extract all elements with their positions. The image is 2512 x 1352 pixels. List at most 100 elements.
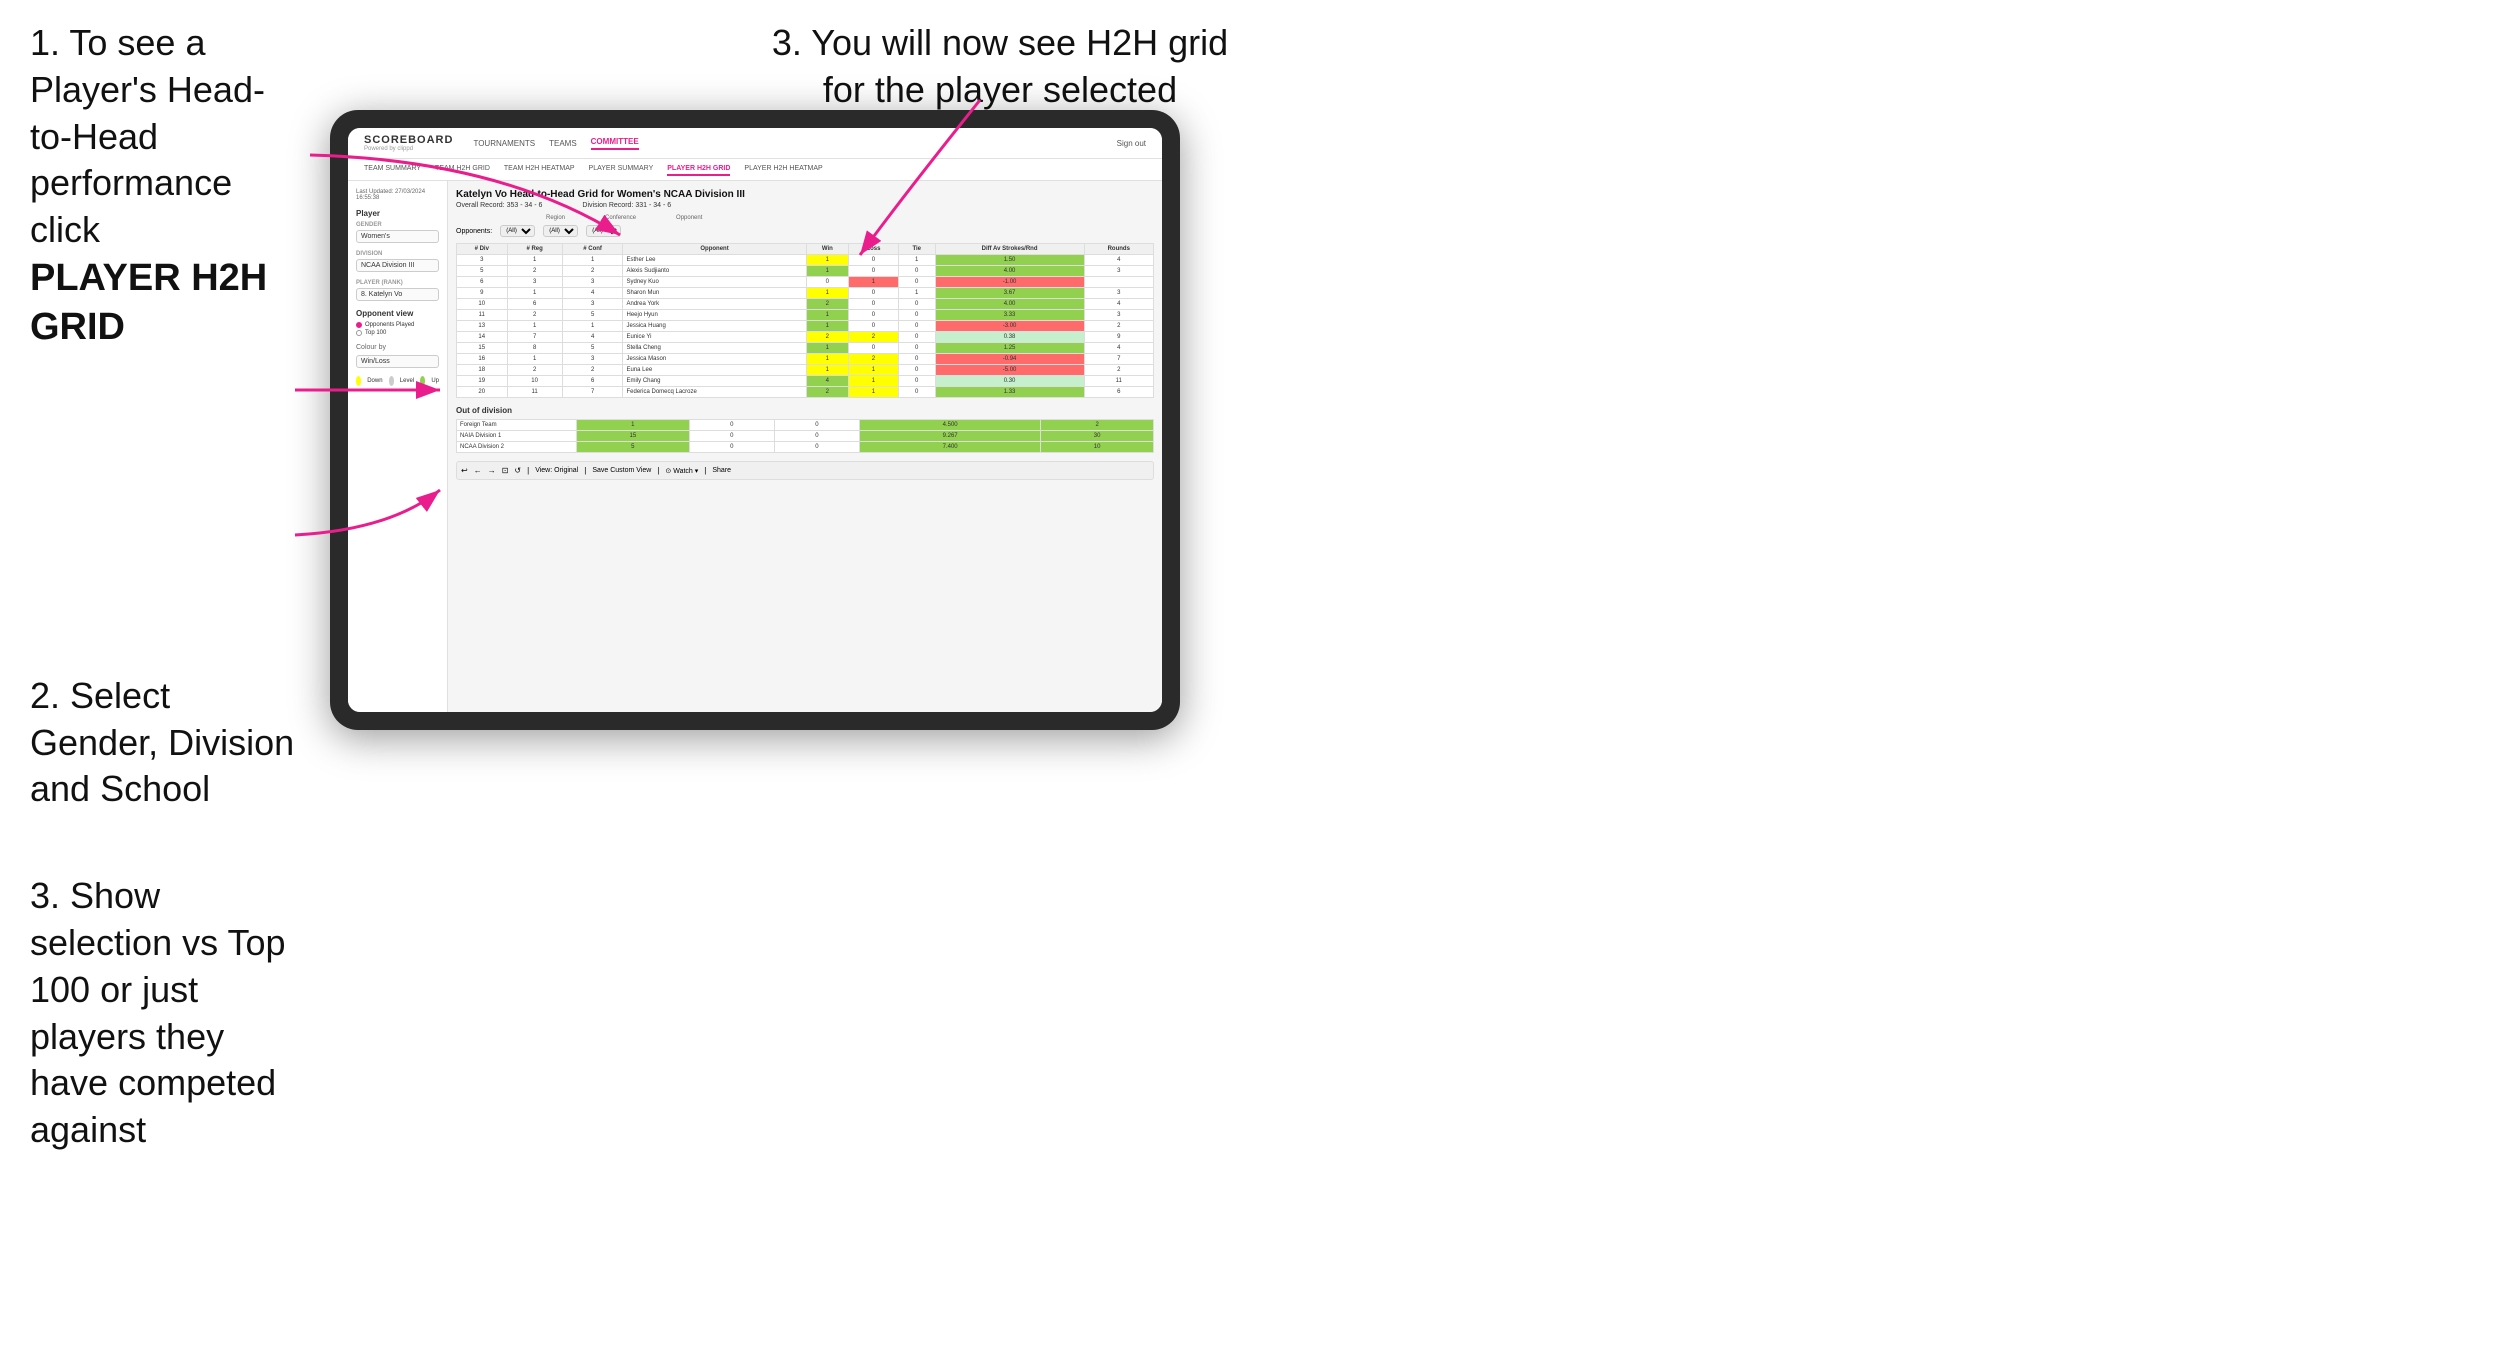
tablet-device: SCOREBOARD Powered by clippd TOURNAMENTS… (330, 110, 1180, 730)
toolbar-sep2: | (584, 466, 586, 475)
cell-div: 13 (457, 321, 508, 332)
gender-select[interactable]: Women's (356, 230, 439, 243)
cell-reg: 10 (507, 376, 562, 387)
cell-rounds: 4 (1084, 343, 1154, 354)
cell-rounds: 6 (1084, 387, 1154, 398)
radio-opponents-played[interactable]: Opponents Played (356, 322, 439, 328)
toolbar-forward[interactable]: → (488, 466, 496, 475)
cell-opponent: Andrea York (623, 299, 806, 310)
division-select[interactable]: NCAA Division III (356, 259, 439, 272)
sub-nav-player-summary[interactable]: PLAYER SUMMARY (589, 163, 654, 176)
nav-teams[interactable]: TEAMS (549, 139, 577, 148)
colour-select[interactable]: Win/Loss (356, 355, 439, 368)
cell-reg: 1 (507, 255, 562, 266)
cell-opponent: Sharon Mun (623, 288, 806, 299)
cell-win: 1 (806, 266, 848, 277)
division-record: Division Record: 331 - 34 - 6 (582, 202, 671, 209)
cell-conf: 7 (562, 387, 623, 398)
cell-opponent: Esther Lee (623, 255, 806, 266)
ood-cell-win: 15 (577, 431, 690, 442)
cell-opponent: Sydney Kuo (623, 277, 806, 288)
legend-up-label: Up (431, 378, 439, 384)
cell-diff: -0.94 (935, 354, 1084, 365)
col-rounds: Rounds (1084, 244, 1154, 255)
toolbar-watch[interactable]: ⊙ Watch ▾ (665, 467, 698, 475)
player-rank-label: Player (Rank) (356, 280, 439, 286)
cell-tie: 0 (898, 310, 935, 321)
instruction-step1: 1. To see a Player's Head-to-Head perfor… (30, 20, 300, 353)
sub-nav-player-h2h-heatmap[interactable]: PLAYER H2H HEATMAP (744, 163, 822, 176)
cell-tie: 0 (898, 343, 935, 354)
toolbar-view-original[interactable]: View: Original (535, 467, 578, 474)
toolbar-share[interactable]: Share (712, 467, 731, 474)
cell-div: 19 (457, 376, 508, 387)
ood-cell-rounds: 2 (1041, 420, 1154, 431)
radio-dot-opponents (356, 322, 362, 328)
cell-loss: 1 (849, 376, 899, 387)
sub-nav-team-h2h-heatmap[interactable]: TEAM H2H HEATMAP (504, 163, 575, 176)
sub-nav-team-h2h-grid[interactable]: TEAM H2H GRID (435, 163, 490, 176)
ood-cell-tie: 0 (774, 442, 859, 453)
cell-div: 5 (457, 266, 508, 277)
opponents-filter-label: Opponents: (456, 228, 492, 235)
table-row: 9 1 4 Sharon Mun 1 0 1 3.67 3 (457, 288, 1154, 299)
ood-cell-loss: 0 (689, 442, 774, 453)
table-row: 15 8 5 Stella Cheng 1 0 0 1.25 4 (457, 343, 1154, 354)
toolbar-save-custom[interactable]: Save Custom View (592, 467, 651, 474)
cell-tie: 1 (898, 288, 935, 299)
legend-items: Down Level Up (356, 376, 439, 386)
step3-left-text: 3. Show selection vs Top 100 or just pla… (30, 873, 300, 1154)
nav-tournaments[interactable]: TOURNAMENTS (473, 139, 535, 148)
toolbar-undo[interactable]: ↩ (461, 466, 468, 475)
cell-win: 1 (806, 310, 848, 321)
filter-row: Opponents: (All) (All) (All) (456, 225, 1154, 237)
ood-cell-team: Foreign Team (457, 420, 577, 431)
page-title: Katelyn Vo Head-to-Head Grid for Women's… (456, 189, 1154, 200)
cell-opponent: Jessica Huang (623, 321, 806, 332)
opponents-filter-select[interactable]: (All) (500, 225, 535, 237)
division-label: Division (356, 251, 439, 257)
cell-reg: 1 (507, 321, 562, 332)
cell-opponent: Emily Chang (623, 376, 806, 387)
table-row: 18 2 2 Euna Lee 1 1 0 -5.00 2 (457, 365, 1154, 376)
player-rank-select[interactable]: 8. Katelyn Vo (356, 288, 439, 301)
cell-loss: 0 (849, 288, 899, 299)
radio-dot-top100 (356, 330, 362, 336)
table-row: 11 2 5 Heejo Hyun 1 0 0 3.33 3 (457, 310, 1154, 321)
instructions-panel: 1. To see a Player's Head-to-Head perfor… (0, 0, 330, 1204)
cell-conf: 2 (562, 365, 623, 376)
cell-win: 1 (806, 365, 848, 376)
legend-level-label: Level (400, 378, 414, 384)
table-row: 20 11 7 Federica Domecq Lacroze 2 1 0 1.… (457, 387, 1154, 398)
step2-text: 2. Select Gender, Division and School (30, 673, 300, 813)
cell-win: 1 (806, 343, 848, 354)
sub-navigation: TEAM SUMMARY TEAM H2H GRID TEAM H2H HEAT… (348, 159, 1162, 181)
ood-cell-team: NAIA Division 1 (457, 431, 577, 442)
sidebar: Last Updated: 27/03/2024 16:55:38 Player… (348, 181, 448, 712)
toolbar-grid[interactable]: ⊡ (502, 466, 509, 475)
nav-committee[interactable]: COMMITTEE (591, 137, 639, 150)
cell-diff: 4.00 (935, 299, 1084, 310)
colour-legend: Colour by Win/Loss Down Level Up (356, 344, 439, 386)
ood-cell-win: 5 (577, 442, 690, 453)
ood-cell-win: 1 (577, 420, 690, 431)
cell-reg: 2 (507, 266, 562, 277)
cell-opponent: Federica Domecq Lacroze (623, 387, 806, 398)
cell-rounds: 7 (1084, 354, 1154, 365)
conference-filter-select[interactable]: (All) (586, 225, 621, 237)
sub-nav-player-h2h-grid[interactable]: PLAYER H2H GRID (667, 163, 730, 176)
region-filter-select[interactable]: (All) (543, 225, 578, 237)
cell-win: 4 (806, 376, 848, 387)
cell-win: 1 (806, 321, 848, 332)
col-diff: Diff Av Strokes/Rnd (935, 244, 1084, 255)
sub-nav-team-summary[interactable]: TEAM SUMMARY (364, 163, 421, 176)
cell-tie: 0 (898, 387, 935, 398)
cell-loss: 0 (849, 321, 899, 332)
toolbar-refresh[interactable]: ↺ (514, 466, 521, 475)
toolbar-back[interactable]: ← (474, 466, 482, 475)
cell-diff: 1.50 (935, 255, 1084, 266)
radio-top100[interactable]: Top 100 (356, 330, 439, 336)
opponent-view-title: Opponent view (356, 309, 439, 318)
ood-cell-rounds: 30 (1041, 431, 1154, 442)
sign-out-link[interactable]: Sign out (1117, 139, 1146, 148)
